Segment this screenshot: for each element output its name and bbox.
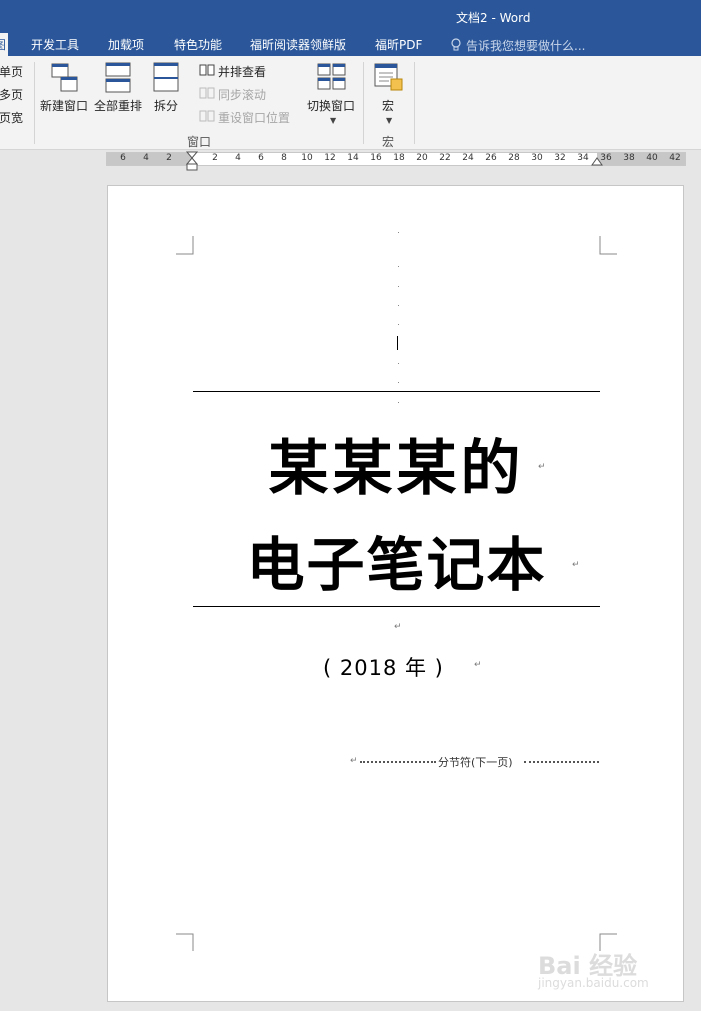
ruler-tick-label: 18 — [393, 153, 405, 163]
chevron-down-icon: ▼ — [386, 116, 393, 125]
ruler-tick-label: 32 — [554, 153, 566, 163]
ruler-tick-label: 14 — [347, 153, 359, 163]
ruler-tick-label: 40 — [646, 153, 658, 163]
multiple-pages-button[interactable]: 多页 — [0, 86, 23, 103]
tab-addins[interactable]: 加载项 — [108, 36, 144, 53]
switch-windows-label: 切换窗口 — [307, 99, 356, 113]
macros-group-label: 宏 — [382, 135, 395, 149]
section-break-dotted-line — [524, 761, 599, 763]
tell-me-box[interactable]: 告诉我您想要做什么... — [450, 37, 585, 54]
group-separator — [363, 62, 364, 144]
page-width-button[interactable]: 页宽 — [0, 109, 23, 126]
macros-icon — [374, 63, 403, 91]
arrange-all-label: 全部重排 — [94, 99, 143, 113]
ruler-tick-label: 30 — [531, 153, 543, 163]
ruler-tick-label: 12 — [324, 153, 336, 163]
window-title: 文档2 - Word — [456, 11, 531, 25]
ruler-tick-label: 10 — [301, 153, 313, 163]
crop-mark-top-right — [599, 236, 617, 255]
word-window: 文档2 - Word 图 开发工具 加载项 特色功能 福昕阅读器领鲜版 福昕PD… — [0, 0, 701, 1011]
paragraph-mark: ↵ — [538, 462, 546, 472]
tab-view[interactable]: 图 — [0, 33, 9, 56]
chevron-down-icon: ▼ — [330, 116, 337, 125]
ruler-tick-label: 16 — [370, 153, 382, 163]
ruler-tick-label: 42 — [669, 153, 681, 163]
watermark-url: jingyan.baidu.com — [538, 976, 649, 990]
side-by-side-icon — [199, 64, 215, 76]
paragraph-mark: ↵ — [572, 560, 580, 570]
document-page[interactable]: 某某某的 ↵ 电子笔记本 ↵ ↵ ( 2018 年 ) ↵ ↵ 分节符(下一页)… — [107, 185, 684, 1002]
title-bar: 文档2 - Word — [0, 0, 701, 33]
ruler-tick-label: 38 — [623, 153, 635, 163]
year-line: ( 2018 年 ) — [323, 656, 444, 680]
empty-paragraph-marks — [397, 232, 399, 403]
tab-special-features[interactable]: 特色功能 — [174, 36, 222, 53]
reset-window-label: 重设窗口位置 — [218, 111, 291, 125]
ruler-tick-label: 4 — [143, 153, 149, 163]
side-by-side-label: 并排查看 — [218, 65, 267, 79]
ruler-tick-label: 6 — [120, 153, 126, 163]
text-cursor — [397, 336, 398, 350]
tab-foxit-reader[interactable]: 福昕阅读器领鲜版 — [250, 36, 346, 53]
macros-label: 宏 — [382, 99, 395, 113]
crop-mark-bottom-left — [176, 933, 194, 951]
paragraph-mark: ↵ — [474, 660, 482, 670]
indent-marker-left[interactable] — [186, 151, 198, 171]
group-separator — [414, 62, 415, 144]
ruler-tick-label: 34 — [577, 153, 589, 163]
arrange-all-icon — [105, 62, 131, 93]
top-horizontal-rule — [193, 391, 600, 392]
section-break-next-page: 分节符(下一页) — [360, 754, 599, 769]
paragraph-mark: ↵ — [350, 756, 358, 766]
ruler-tick-label: 26 — [485, 153, 497, 163]
lightbulb-icon — [451, 38, 461, 51]
paragraph-mark: ↵ — [394, 622, 402, 632]
switch-windows-icon — [317, 63, 346, 90]
section-break-dotted-line — [360, 761, 436, 763]
ruler-tick-label: 22 — [439, 153, 451, 163]
ruler-tick-label: 8 — [281, 153, 287, 163]
ribbon-tabs: 图 开发工具 加载项 特色功能 福昕阅读器领鲜版 福昕PDF 告诉我您想要做什么… — [0, 33, 701, 56]
bottom-horizontal-rule — [193, 606, 600, 607]
ruler-tick-label: 2 — [166, 153, 172, 163]
new-window-label: 新建窗口 — [40, 99, 89, 113]
ruler-tick-label: 2 — [212, 153, 218, 163]
tab-foxit-pdf[interactable]: 福昕PDF — [375, 36, 422, 53]
sync-scroll-icon — [199, 87, 215, 99]
title-line-2: 电子笔记本 — [246, 531, 547, 599]
group-separator — [34, 62, 35, 144]
crop-mark-top-left — [176, 236, 194, 255]
ribbon: 单页 多页 页宽 新建窗口 全部重排 拆分 并排查看 同步滚动 重设窗口位置 切… — [0, 56, 701, 150]
split-icon — [153, 62, 179, 92]
ruler-tick-label: 28 — [508, 153, 520, 163]
ruler-tick-label: 6 — [258, 153, 264, 163]
window-group-label: 窗口 — [187, 135, 212, 149]
tell-me-text: 告诉我您想要做什么... — [466, 39, 586, 53]
one-page-button[interactable]: 单页 — [0, 63, 23, 80]
ruler-tick-label: 24 — [462, 153, 474, 163]
new-window-icon — [51, 63, 78, 92]
tab-developer[interactable]: 开发工具 — [31, 36, 79, 53]
ruler-tick-label: 20 — [416, 153, 428, 163]
section-break-label: 分节符(下一页) — [438, 756, 513, 769]
title-line-1: 某某某的 — [268, 434, 525, 504]
split-label: 拆分 — [154, 99, 179, 113]
indent-marker-right[interactable] — [591, 156, 603, 166]
reset-window-icon — [199, 110, 215, 122]
sync-scroll-label: 同步滚动 — [218, 88, 267, 102]
ruler-tick-label: 4 — [235, 153, 241, 163]
